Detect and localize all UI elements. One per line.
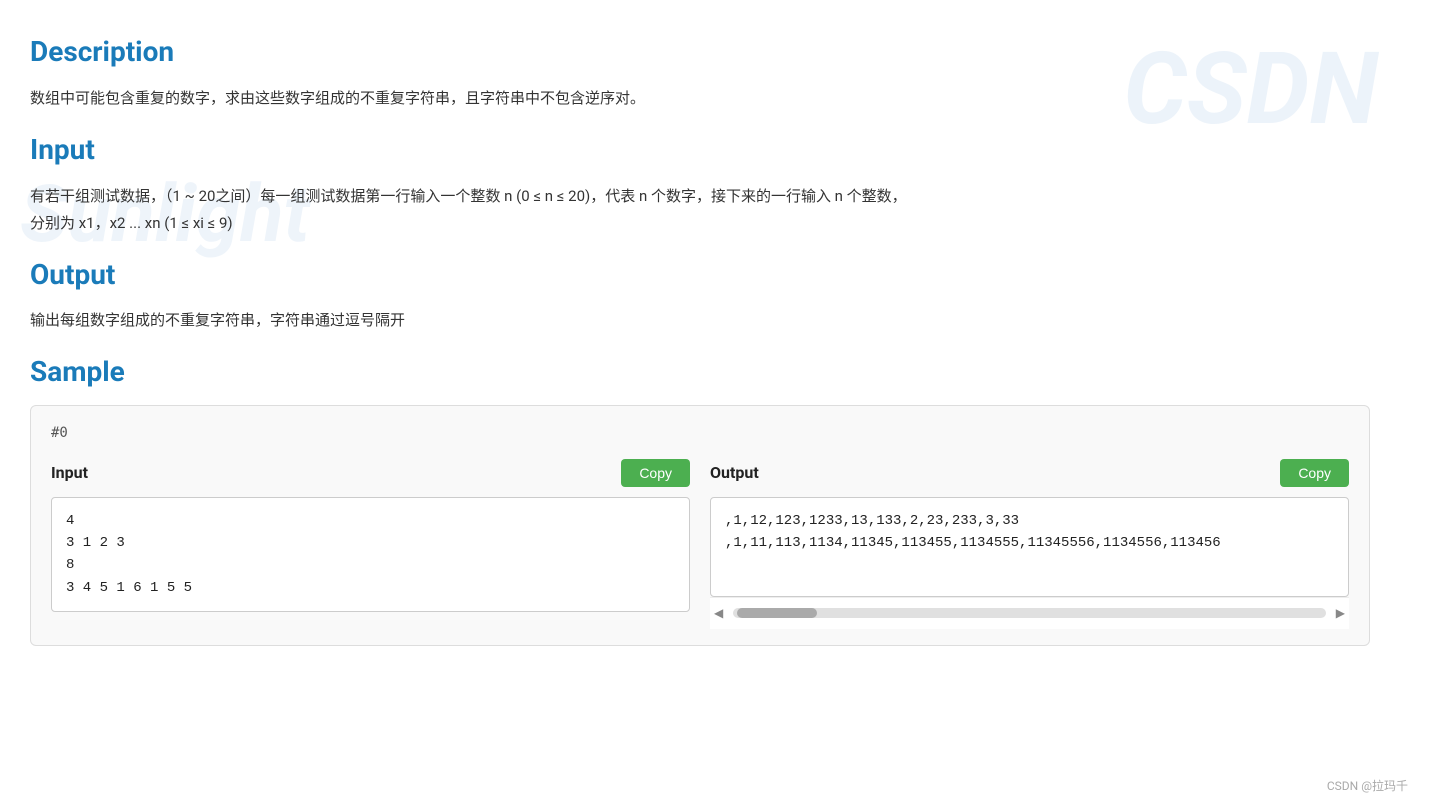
csdn-footer-label: CSDN @拉玛千 bbox=[1327, 777, 1408, 796]
sample-input-label: Input bbox=[51, 460, 88, 486]
sample-output-header: Output Copy bbox=[710, 459, 1349, 487]
description-title: Description bbox=[30, 30, 1370, 75]
sample-title: Sample bbox=[30, 350, 1370, 395]
sample-output-col: Output Copy ,1,12,123,1233,13,133,2,23,2… bbox=[710, 459, 1349, 629]
sample-input-header: Input Copy bbox=[51, 459, 690, 487]
input-title: Input bbox=[30, 128, 1370, 173]
sample-output-label: Output bbox=[710, 460, 759, 486]
sample-input-code: 4 3 1 2 3 8 3 4 5 1 6 1 5 5 bbox=[51, 497, 690, 613]
input-content-line2: 分别为 x1，x2 ... xn (1 ≤ xi ≤ 9) bbox=[30, 214, 233, 232]
scroll-left-arrow[interactable]: ◀ bbox=[710, 602, 727, 625]
sample-columns: Input Copy 4 3 1 2 3 8 3 4 5 1 6 1 5 5 O… bbox=[51, 459, 1349, 629]
copy-input-button[interactable]: Copy bbox=[621, 459, 690, 487]
sample-input-col: Input Copy 4 3 1 2 3 8 3 4 5 1 6 1 5 5 bbox=[51, 459, 690, 629]
description-content: 数组中可能包含重复的数字，求由这些数字组成的不重复字符串，且字符串中不包含逆序对… bbox=[30, 85, 1370, 112]
input-content: 有若干组测试数据，（1 ~ 20之间）每一组测试数据第一行输入一个整数 n (0… bbox=[30, 183, 1370, 237]
sample-output-code: ,1,12,123,1233,13,133,2,23,233,3,33 ,1,1… bbox=[710, 497, 1349, 597]
scroll-right-arrow[interactable]: ▶ bbox=[1332, 602, 1349, 625]
output-title: Output bbox=[30, 253, 1370, 298]
copy-output-button[interactable]: Copy bbox=[1280, 459, 1349, 487]
scroll-thumb bbox=[737, 608, 817, 618]
input-content-line1: 有若干组测试数据，（1 ~ 20之间）每一组测试数据第一行输入一个整数 n (0… bbox=[30, 187, 907, 205]
output-content: 输出每组数字组成的不重复字符串，字符串通过逗号隔开 bbox=[30, 307, 1370, 334]
sample-number: #0 bbox=[51, 422, 1349, 444]
sample-section: Sample #0 Input Copy 4 3 1 2 3 8 3 4 5 1… bbox=[30, 350, 1370, 645]
sample-box: #0 Input Copy 4 3 1 2 3 8 3 4 5 1 6 1 5 … bbox=[30, 405, 1370, 646]
output-scrollbar[interactable]: ◀ ▶ bbox=[710, 597, 1349, 629]
scroll-track[interactable] bbox=[733, 608, 1326, 618]
